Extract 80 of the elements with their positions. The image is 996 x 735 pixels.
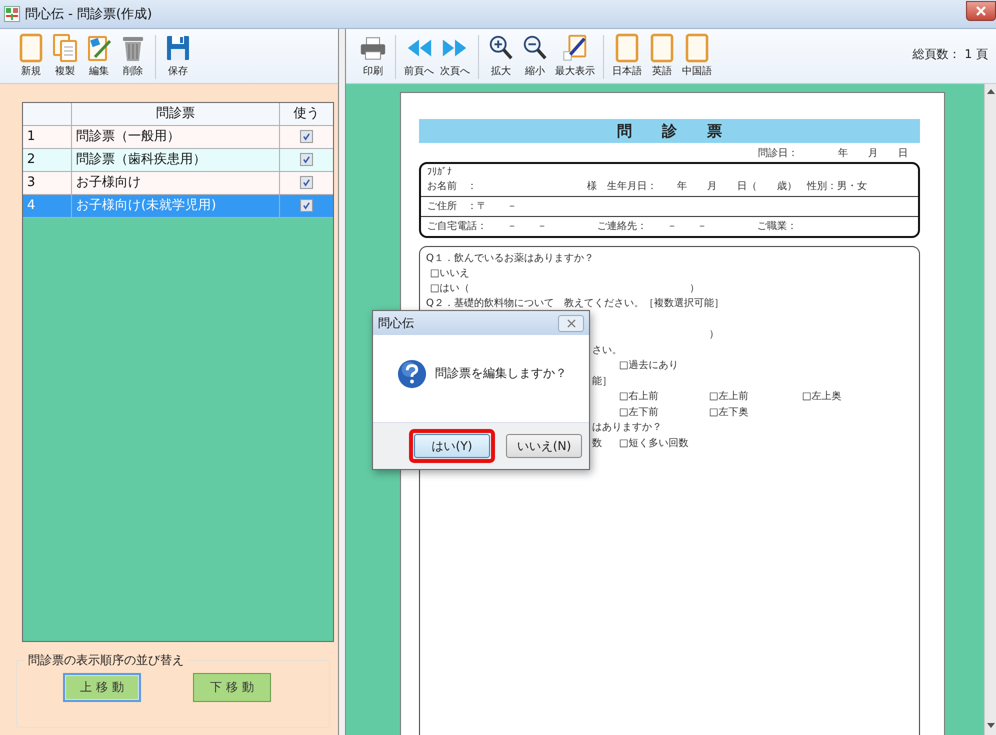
document-text: □左下奥 <box>709 406 748 418</box>
page-count: 総頁数： 1 頁 <box>912 46 988 62</box>
toolbar-button[interactable]: 日本語 <box>609 31 645 83</box>
table-cell: お子様向け <box>72 172 280 195</box>
edit-icon <box>85 33 113 63</box>
copy-icon <box>51 33 79 63</box>
document-text: □短く多い回数 <box>619 438 688 448</box>
column-header: 問診票 <box>72 103 280 126</box>
scrollbar[interactable] <box>984 84 996 735</box>
option-text: □はい（ ） <box>430 283 700 294</box>
question-text: Q１．飲んでいるお薬はありますか？ <box>426 253 594 264</box>
question-icon <box>397 358 427 388</box>
document-text: □右上前 <box>619 391 658 402</box>
column-header: 使う <box>280 103 333 126</box>
document-icon <box>683 33 711 63</box>
document-text: はありますか？ <box>592 422 662 433</box>
app-icon <box>4 6 20 22</box>
option-text: □いいえ <box>430 268 470 279</box>
table-row[interactable]: 1 問診票（一般用） <box>23 126 333 149</box>
toolbar-button[interactable]: 編集 <box>82 31 116 83</box>
toolbar-button[interactable]: 拡大 <box>484 31 518 83</box>
close-button[interactable] <box>966 1 996 21</box>
toolbar-button[interactable]: 中国語 <box>679 31 715 83</box>
form-text: ﾌﾘｶﾞﾅ <box>427 166 453 179</box>
form-text: ご自宅電話： － － ご連絡先： － － ご職業： <box>427 220 798 234</box>
question-text: Q２．基礎的飲料物について 教えてください。［複数選択可能］ <box>426 298 724 309</box>
page-pencil-icon <box>561 33 589 63</box>
dialog-message: 問診票を編集しますか？ <box>435 365 567 382</box>
checkbox[interactable] <box>300 198 313 212</box>
form-text: ご住所 ：〒 － <box>427 200 518 214</box>
document-text: □左上奥 <box>802 391 842 402</box>
table-cell: 3 <box>23 172 72 195</box>
form-text: お名前 ： 様 生年月日： 年 月 日（ 歳） 性別：男・女 <box>427 180 868 194</box>
table-row[interactable]: 3 お子様向け <box>23 172 333 195</box>
scroll-down-icon[interactable] <box>986 723 994 729</box>
toolbar-button[interactable]: 最大表示 <box>552 31 598 83</box>
toolbar-button[interactable]: 次頁へ <box>437 31 473 83</box>
close-icon <box>566 318 576 328</box>
table-cell: 4 <box>23 195 72 218</box>
document-text: 問診日： 年 月 日 <box>758 148 908 159</box>
window-title: 問心伝 - 問診票(作成) <box>25 6 152 23</box>
document-text: 能］ <box>592 376 612 386</box>
table-cell: 問診票（歯科疾患用） <box>72 149 280 172</box>
close-icon <box>975 6 987 16</box>
dialog-button[interactable]: はい(Y) <box>414 434 490 458</box>
move-button[interactable]: 下 移 動 <box>193 673 271 702</box>
close-button[interactable] <box>558 314 584 332</box>
checkbox[interactable] <box>300 176 313 189</box>
toolbar-button[interactable]: 保存 <box>161 31 195 83</box>
table-cell: お子様向け(未就学児用) <box>72 195 280 218</box>
toolbar-button[interactable]: 削除 <box>116 31 150 83</box>
group-title: 問診票の表示順序の並び替え <box>25 652 187 669</box>
table-cell: 問診票（一般用） <box>72 126 280 149</box>
move-button[interactable]: 上 移 動 <box>63 673 141 702</box>
table-cell: 2 <box>23 149 72 172</box>
table-row[interactable]: 2 問診票（歯科疾患用） <box>23 149 333 172</box>
toolbar-button[interactable]: 前頁へ <box>401 31 437 83</box>
document-text: さい。 <box>592 344 622 356</box>
header-corner <box>23 103 72 126</box>
toolbar-button[interactable]: 縮小 <box>518 31 552 83</box>
save-icon <box>164 33 192 63</box>
toolbar-button[interactable]: 新規 <box>14 31 48 83</box>
document-icon <box>17 33 45 63</box>
checkbox[interactable] <box>300 152 313 166</box>
dialog-title: 問心伝 <box>378 314 414 332</box>
toolbar-button[interactable]: 複製 <box>48 31 82 83</box>
document-text: □左下前 <box>619 406 658 418</box>
document-text: □左上前 <box>709 391 748 402</box>
toolbar-button[interactable]: 印刷 <box>356 31 390 83</box>
document-title: 問 診 票 <box>419 119 920 143</box>
document-text: □過去にあり <box>619 360 678 371</box>
document-icon <box>648 33 676 63</box>
toolbar-button[interactable]: 英語 <box>645 31 679 83</box>
document-icon <box>613 33 641 63</box>
document-text: 数 <box>592 438 602 448</box>
document-text: ） <box>709 329 719 340</box>
dialog-button[interactable]: いいえ(N) <box>506 434 582 458</box>
checkbox[interactable] <box>300 130 313 143</box>
scroll-up-icon[interactable] <box>986 88 994 94</box>
table-cell: 1 <box>23 126 72 149</box>
